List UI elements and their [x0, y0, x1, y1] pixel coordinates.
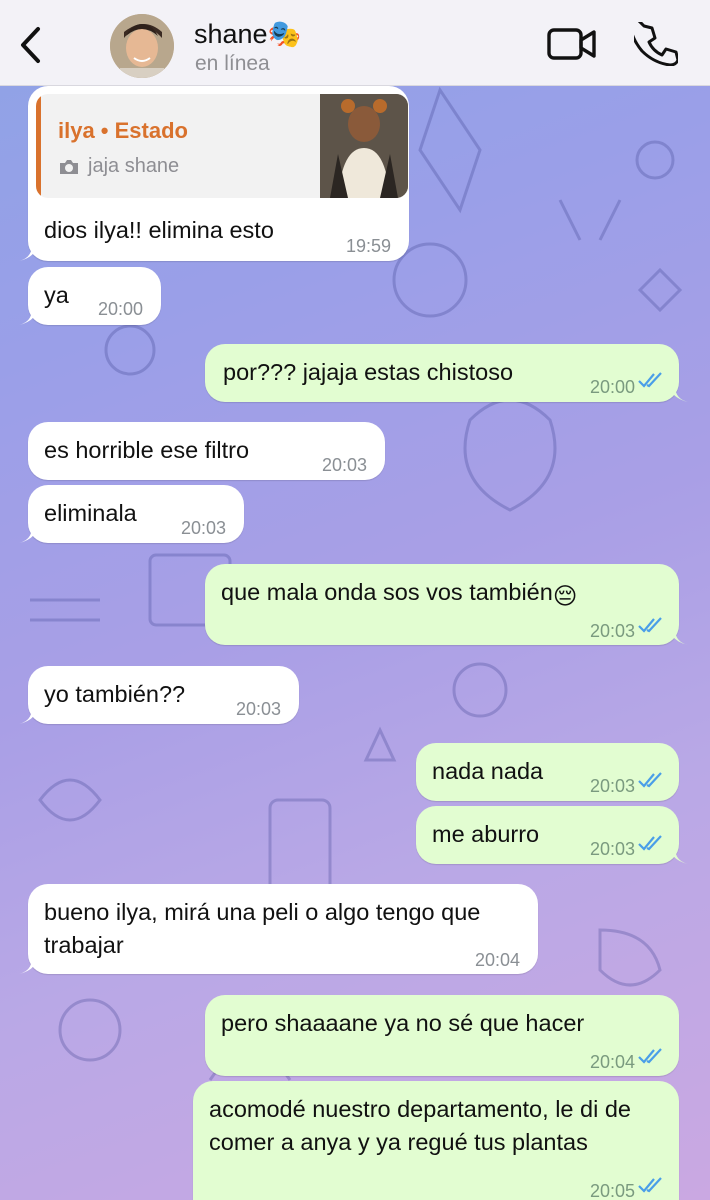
- message-time: 20:03: [235, 699, 281, 719]
- quoted-status-reply[interactable]: ilya • Estado jaja shane: [36, 94, 408, 198]
- avatar-photo: [110, 14, 174, 78]
- video-camera-icon: [547, 28, 596, 60]
- message-text: eliminala: [44, 500, 137, 526]
- contact-name[interactable]: shane🎭: [194, 18, 301, 50]
- message-bubble[interactable]: eliminala 20:03: [19, 485, 244, 543]
- video-call-button[interactable]: [546, 26, 598, 62]
- contact-status: en línea: [195, 52, 270, 75]
- reply-title: ilya • Estado: [58, 118, 188, 143]
- reply-accent-bar: [36, 94, 41, 198]
- message-time: 20:03: [589, 621, 635, 641]
- message-time: 20:03: [321, 455, 367, 475]
- message-time: 20:05: [589, 1181, 635, 1200]
- message-time: 20:03: [180, 518, 226, 538]
- double-check-icon: [638, 617, 662, 633]
- message-time: 20:04: [474, 950, 520, 970]
- message-bubble[interactable]: ilya • Estado jaja shane dios ilya!! eli…: [19, 86, 409, 261]
- message-text: me aburro: [432, 821, 540, 847]
- reply-snippet-text: jaja shane: [88, 155, 180, 177]
- message-bubble[interactable]: por??? jajaja estas chistoso 20:00: [205, 344, 688, 402]
- message-bubble[interactable]: pero shaaaane ya no sé que hacer 20:04: [205, 995, 679, 1076]
- bubble-tail: [19, 952, 41, 974]
- pensive-face-emoji: 😔: [552, 583, 578, 609]
- message-text: nada nada: [432, 758, 544, 784]
- message-text: pero shaaaane ya no sé que hacer: [221, 1010, 585, 1036]
- message-time: 20:03: [589, 839, 635, 859]
- avatar[interactable]: [110, 14, 174, 78]
- message-bubble[interactable]: bueno ilya, mirá una peli o algo tengo q…: [19, 884, 538, 974]
- reply-snippet: jaja shane: [58, 150, 179, 183]
- voice-call-button[interactable]: [628, 15, 680, 67]
- message-bubble[interactable]: me aburro 20:03: [416, 806, 688, 864]
- message-time: 20:04: [589, 1052, 635, 1072]
- message-time: 20:03: [589, 776, 635, 796]
- chat-header: shane🎭 en línea: [0, 0, 710, 86]
- message-bubble[interactable]: nada nada 20:03: [416, 743, 679, 801]
- message-bubble[interactable]: yo también?? 20:03: [19, 666, 299, 724]
- message-text: es horrible ese filtro: [44, 437, 250, 463]
- message-bubble[interactable]: ya 20:00: [19, 267, 161, 325]
- bubble-tail: [19, 521, 41, 543]
- bubble-tail: [19, 702, 41, 724]
- message-text: bueno ilya, mirá una peli o algo tengo q…: [44, 899, 481, 958]
- message-bubble[interactable]: que mala onda sos vos también😔 20:03: [205, 564, 688, 645]
- phone-icon: [628, 15, 680, 67]
- status-thumbnail: [320, 94, 408, 198]
- message-text: que mala onda sos vos también: [221, 579, 553, 605]
- message-text: yo también??: [44, 681, 186, 707]
- message-text: acomodé nuestro departamento, le di de c…: [209, 1096, 631, 1155]
- back-button[interactable]: [12, 22, 48, 68]
- bubble-tail: [19, 239, 41, 261]
- message-text: ya: [44, 282, 69, 308]
- message-time: 19:59: [345, 236, 391, 256]
- message-text: dios ilya!! elimina esto: [44, 217, 274, 243]
- double-check-icon: [638, 1177, 662, 1193]
- bubble-tail: [666, 380, 688, 402]
- bubble-tail: [19, 303, 41, 325]
- double-check-icon: [638, 772, 662, 788]
- chevron-left-icon: [21, 27, 40, 63]
- double-check-icon: [638, 1048, 662, 1064]
- message-time: 20:00: [97, 299, 143, 319]
- camera-icon: [60, 159, 78, 174]
- double-check-icon: [638, 835, 662, 851]
- message-bubble[interactable]: es horrible ese filtro 20:03: [28, 422, 385, 480]
- double-check-icon: [638, 372, 662, 388]
- bubble-tail: [666, 623, 688, 645]
- message-time: 20:00: [589, 377, 635, 397]
- message-text: por??? jajaja estas chistoso: [223, 359, 514, 385]
- message-bubble[interactable]: acomodé nuestro departamento, le di de c…: [193, 1081, 679, 1200]
- bubble-tail: [666, 842, 688, 864]
